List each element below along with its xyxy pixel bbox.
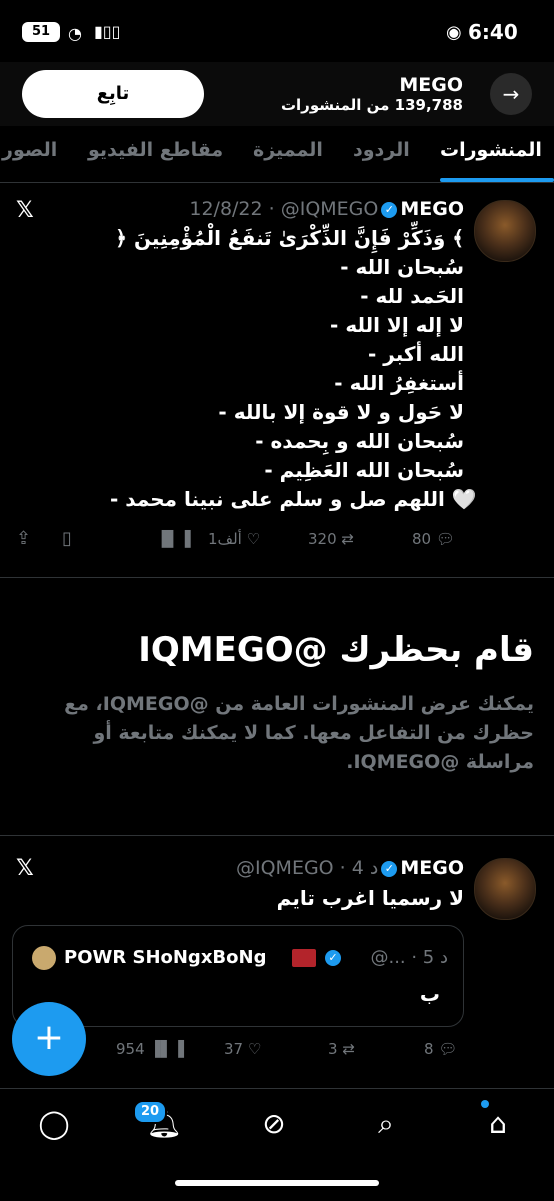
status-time: 6:40 — [468, 20, 518, 44]
post-line: - سُبحان الله العَظِيم — [264, 458, 464, 482]
reply-button[interactable]: 80 💬︎ — [412, 530, 455, 548]
verified-badge-icon: ✓ — [381, 860, 398, 877]
bar-chart-icon: ▐▌▐ — [156, 530, 191, 548]
wifi-icon: ◔ — [68, 24, 82, 43]
tab-replies[interactable]: الردود — [353, 139, 410, 161]
views-count: 954 — [116, 1040, 145, 1058]
search-icon[interactable]: ⌕ — [366, 1107, 406, 1141]
post-line: - سُبحان الله و بِحمده — [255, 429, 464, 453]
battery-indicator: 51 — [22, 22, 60, 42]
avatar[interactable] — [474, 858, 536, 920]
like-button[interactable]: 1ألف ♡ — [208, 530, 260, 548]
post-line: - الله أكبر — [368, 342, 464, 366]
post-header: 12/8/22 · @IQMEGO ✓ MEGO — [130, 198, 464, 220]
reply-icon: 💬︎ — [435, 530, 455, 548]
home-indicator-bar — [175, 1180, 379, 1186]
like-count: 37 — [224, 1040, 244, 1058]
signal-icon: ▮▯▯ — [94, 22, 121, 41]
share-icon: ⇪ — [16, 528, 32, 549]
quote-meta: @... · 5 د — [370, 947, 448, 968]
divider — [0, 577, 554, 578]
views-button[interactable]: ▐▌▐ — [156, 530, 191, 548]
tab-posts[interactable]: المنشورات — [440, 139, 542, 161]
plus-icon: + — [33, 1017, 65, 1058]
x-logo-icon[interactable]: 𝕏 — [16, 198, 34, 223]
posts-count: 139,788 من المنشورات — [280, 96, 463, 114]
x-logo-icon[interactable]: 𝕏 — [16, 856, 34, 881]
tab-media[interactable]: الصور — [2, 139, 57, 161]
follow-button[interactable]: تابِع — [22, 70, 204, 118]
quote-text: ب — [419, 982, 440, 1006]
post-handle-date: @IQMEGO · 4 د — [236, 857, 379, 879]
bookmark-button[interactable]: ▯ — [62, 528, 72, 549]
repost-count: 320 — [308, 530, 337, 548]
post-handle-date: 12/8/22 · @IQMEGO — [189, 198, 379, 220]
verified-badge-icon: ✓ — [381, 201, 398, 218]
bookmark-icon: ▯ — [62, 528, 72, 549]
blocked-message: يمكنك عرض المنشورات العامة من @IQMEGO، م… — [64, 693, 534, 773]
avatar[interactable] — [474, 200, 536, 262]
like-count: 1ألف — [208, 530, 242, 548]
heart-icon: ♡ — [246, 530, 261, 548]
repost-count: 3 — [328, 1040, 338, 1058]
views-button[interactable]: 954 ▐▌▐ — [116, 1040, 184, 1058]
share-button[interactable]: ⇪ — [16, 528, 31, 549]
post-author[interactable]: MEGO — [400, 857, 464, 879]
profile-tabs: المنشورات الردود المميزة مقاطع الفيديو ا… — [0, 126, 554, 183]
compose-button[interactable]: + — [12, 1002, 86, 1076]
post-line: - الحَمد لله — [360, 284, 464, 308]
bar-chart-icon: ▐▌▐ — [149, 1040, 185, 1058]
grok-icon[interactable]: ⊘ — [254, 1107, 294, 1140]
repost-icon: ⇄ — [341, 530, 354, 548]
post-line: ﴿ وَذَكِّرْ فَإِنَّ الذِّكْرَىٰ تَنفَعُ … — [115, 226, 464, 250]
post-line: - لا إله إلا الله — [330, 313, 464, 337]
post-body: ﴿ وَذَكِّرْ فَإِنَّ الذِّكْرَىٰ تَنفَعُ … — [110, 226, 477, 516]
like-button[interactable]: 37 ♡ — [224, 1040, 261, 1058]
heart-icon: ♡ — [247, 1040, 262, 1058]
post-header: @IQMEGO · 4 د ✓ MEGO — [150, 857, 464, 879]
post-line: - لا حَول و لا قوة إلا بالله — [218, 400, 464, 424]
back-button[interactable]: → — [490, 73, 532, 115]
post-line: - أستغفِرُ الله — [334, 371, 464, 395]
profile-name: MEGO — [399, 74, 463, 96]
focus-icon: ◉ — [446, 22, 462, 43]
repost-button[interactable]: 320 ⇄ — [308, 530, 354, 548]
post-line: - سُبحان الله — [340, 255, 464, 279]
post-text: لا رسميا اغرب تايم — [276, 886, 464, 910]
quote-author: POWR SHoNgxBoNg — [64, 947, 267, 968]
active-tab-indicator — [440, 178, 554, 182]
reply-count: 80 — [412, 530, 432, 548]
tab-videos[interactable]: مقاطع الفيديو — [88, 139, 223, 161]
reply-icon: 💬︎ — [438, 1040, 458, 1058]
tab-highlights[interactable]: المميزة — [253, 139, 323, 161]
quoted-post[interactable] — [12, 925, 464, 1027]
quote-avatar — [32, 946, 56, 970]
reply-count: 8 — [424, 1040, 434, 1058]
post-author[interactable]: MEGO — [400, 198, 464, 220]
affiliate-badge-icon — [292, 949, 316, 967]
arrow-right-icon: → — [502, 82, 520, 106]
repost-button[interactable]: 3 ⇄ — [328, 1040, 355, 1058]
home-icon[interactable]: ⌂ — [478, 1107, 518, 1140]
messages-icon[interactable]: ◯ — [34, 1107, 74, 1140]
notifications-badge: 20 — [133, 1100, 167, 1124]
post-line: - اللهم صل و سلم على نبينا محمد 🤍 — [110, 487, 477, 511]
repost-icon: ⇄ — [342, 1040, 355, 1058]
home-indicator-dot — [481, 1100, 489, 1108]
verified-badge-icon: ✓ — [325, 950, 341, 966]
blocked-title: قام بحظرك @IQMEGO — [138, 630, 534, 670]
reply-button[interactable]: 8 💬︎ — [424, 1040, 457, 1058]
divider — [0, 835, 554, 836]
